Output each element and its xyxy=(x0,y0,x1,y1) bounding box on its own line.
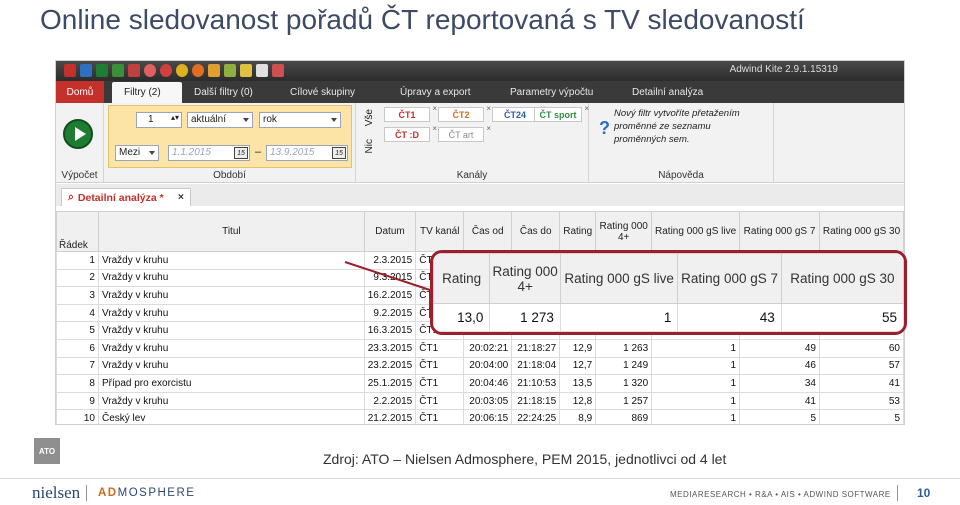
adwind-kite-window: Adwind Kite 2.9.1.15319 Domů Filtry (2) … xyxy=(55,60,905,425)
period-filter-panel: 1 ▴▾ aktuální rok Mezi 1.1.2015 15 – 13.9.… xyxy=(108,105,352,168)
table-row[interactable]: 9 Vraždy v kruhu 2.2.2015 ČT1 20:03:05 21:18:… xyxy=(56,391,904,411)
footer-separator xyxy=(86,485,87,501)
table-row[interactable]: 7 Vraždy v kruhu 23.2.2015 ČT1 20:04:00 21:18… xyxy=(56,356,904,376)
export-icon[interactable] xyxy=(112,64,124,77)
col-rating[interactable]: Rating xyxy=(559,211,597,252)
help-text: Nový filtr vytvoříte přetažením proměnné… xyxy=(614,108,740,145)
stop-icon[interactable] xyxy=(128,64,140,77)
col-cas-do[interactable]: Čas do xyxy=(511,211,561,252)
tab-upravy-export[interactable]: Úpravy a export xyxy=(388,81,498,103)
table-row[interactable]: 10 Český lev 21.2.2015 ČT1 20:06:15 22:24:25 8… xyxy=(56,409,904,424)
tab-detailni-analyza-document[interactable]: ⌕ Detailní analýza * × xyxy=(61,188,191,206)
run-icon[interactable] xyxy=(96,64,108,77)
calendar-icon[interactable]: 15 xyxy=(234,147,248,159)
chevron-down-icon xyxy=(331,118,337,122)
channel-ct24[interactable]: ČT24× xyxy=(492,104,545,122)
nielsen-logo: nielsen xyxy=(32,483,81,502)
document-tabbar: ⌕ Detailní analýza * × xyxy=(56,184,904,206)
play-icon[interactable] xyxy=(63,119,93,149)
close-icon[interactable]: × xyxy=(486,104,491,113)
zoom-value-s7: 43 xyxy=(677,303,782,332)
grid-header-row: Řádek Titul Datum TV kanál Čas od Čas do… xyxy=(56,211,904,252)
chart-green-icon[interactable] xyxy=(224,64,236,77)
group-napoveda: ? Nový filtr vytvoříte přetažením proměn… xyxy=(589,103,774,183)
page-number: 10 xyxy=(917,486,931,500)
admosphere-logo: ADMOSPHERE xyxy=(98,487,196,499)
date-to-field[interactable]: 13.9.2015 15 xyxy=(266,145,348,161)
search-icon: ⌕ xyxy=(68,191,74,203)
clock-icon[interactable] xyxy=(144,64,156,77)
tab-parametry[interactable]: Parametry výpočtu xyxy=(498,81,620,103)
col-rating-s7[interactable]: Rating 000 gS 7 xyxy=(739,211,820,252)
zoom-header-live: Rating 000 gS live xyxy=(559,253,679,304)
quick-access-toolbar: Adwind Kite 2.9.1.15319 xyxy=(56,61,904,81)
chevron-down-icon xyxy=(149,151,155,155)
chart-icon[interactable] xyxy=(208,64,220,77)
tab-domu[interactable]: Domů xyxy=(56,81,104,103)
close-icon[interactable]: × xyxy=(432,124,437,133)
zoom-value-rating: 13,0 xyxy=(433,303,491,332)
group-kanaly: Vše Nic ČT1× ČT2× ČT24× ČT sport× ČT :D×… xyxy=(356,103,589,183)
range-dash: – xyxy=(255,146,262,158)
help-icon: ? xyxy=(599,118,610,138)
select-none-label[interactable]: Nic xyxy=(364,139,375,153)
channel-ct-d[interactable]: ČT :D × xyxy=(384,124,437,142)
zoom-header-rating-4: Rating 000 4+ xyxy=(489,253,561,304)
tab-detailni-analyza[interactable]: Detailní analýza xyxy=(620,81,715,103)
channel-ct-art[interactable]: ČT art × xyxy=(438,124,491,142)
save-icon[interactable] xyxy=(80,64,92,77)
ribbon-tabs: Domů Filtry (2) Další filtry (0) Cílové … xyxy=(56,81,904,103)
period-unit-select[interactable]: rok xyxy=(259,112,341,128)
calendar-icon[interactable]: 15 xyxy=(332,147,346,159)
chart-yellow-icon[interactable] xyxy=(240,64,252,77)
slide-title: Online sledovanost pořadů ČT reportovaná… xyxy=(40,4,805,35)
table-row[interactable]: 8 Případ pro exorcistu 25.1.2015 ČT1 20:04:4… xyxy=(56,374,904,393)
app-logo-icon xyxy=(64,64,76,77)
zoom-header-s7: Rating 000 gS 7 xyxy=(677,253,782,304)
zoom-callout: Rating Rating 000 4+ Rating 000 gS live … xyxy=(430,250,907,335)
col-datum[interactable]: Datum xyxy=(363,211,417,252)
tab-filtry[interactable]: Filtry (2) xyxy=(112,82,182,103)
channel-ct1[interactable]: ČT1 × xyxy=(384,104,437,122)
col-titul[interactable]: Titul xyxy=(97,211,365,252)
channel-ct2[interactable]: ČT2 × xyxy=(438,104,491,122)
app-title: Adwind Kite 2.9.1.15319 xyxy=(729,64,838,75)
table-icon[interactable] xyxy=(256,64,268,77)
date-from-field[interactable]: 1.1.2015 15 xyxy=(168,145,250,161)
ribbon: Výpočet Období 1 ▴▾ aktuální rok Mezi 1.1… xyxy=(56,103,904,183)
select-all-label[interactable]: Vše xyxy=(364,109,375,126)
zoom-value-s30: 55 xyxy=(780,303,904,332)
col-kanal[interactable]: TV kanál xyxy=(415,211,465,252)
table-row[interactable]: 6 Vraždy v kruhu 23.3.2015 ČT1 20:02:21 21:18… xyxy=(56,338,904,358)
source-note: Zdroj: ATO – Nielsen Admosphere, PEM 201… xyxy=(323,451,727,467)
channel-ct-sport[interactable]: ČT sport × xyxy=(534,104,589,122)
chevron-down-icon xyxy=(243,118,249,122)
col-rating-4[interactable]: Rating 000 4+ xyxy=(595,211,653,252)
col-rating-live[interactable]: Rating 000 gS live xyxy=(651,211,741,252)
close-icon[interactable]: × xyxy=(486,124,491,133)
tab-cilove-skupiny[interactable]: Cílové skupiny xyxy=(278,81,388,103)
close-icon[interactable]: × xyxy=(178,191,184,203)
zoom-value-live: 1 xyxy=(559,303,679,332)
range-type-select[interactable]: Mezi xyxy=(115,145,159,161)
close-icon[interactable]: × xyxy=(432,104,437,113)
period-mode-select[interactable]: aktuální xyxy=(187,112,253,128)
footer-separator xyxy=(897,485,898,501)
col-cas-od[interactable]: Čas od xyxy=(463,211,513,252)
ato-logo: ATO xyxy=(34,438,60,464)
zoom-value-rating-4: 1 273 xyxy=(489,303,561,332)
zoom-header-s30: Rating 000 gS 30 xyxy=(780,253,904,304)
zoom-header-rating: Rating xyxy=(433,253,491,304)
col-radek[interactable]: Řádek xyxy=(56,211,99,252)
period-count-stepper[interactable]: 1 ▴▾ xyxy=(136,112,182,128)
col-rating-s30[interactable]: Rating 000 gS 30 xyxy=(819,211,904,252)
table-red-icon[interactable] xyxy=(272,64,284,77)
minus-yellow-icon[interactable] xyxy=(176,64,188,77)
minus-orange-icon[interactable] xyxy=(192,64,204,77)
group-vypocet: Výpočet xyxy=(56,103,104,183)
footer-tagline: MEDIARESEARCH • R&A • AIS • ADWIND SOFTW… xyxy=(670,490,891,499)
footer-divider xyxy=(0,478,960,479)
tab-dalsi-filtry[interactable]: Další filtry (0) xyxy=(182,81,278,103)
minus-icon[interactable] xyxy=(160,64,172,77)
